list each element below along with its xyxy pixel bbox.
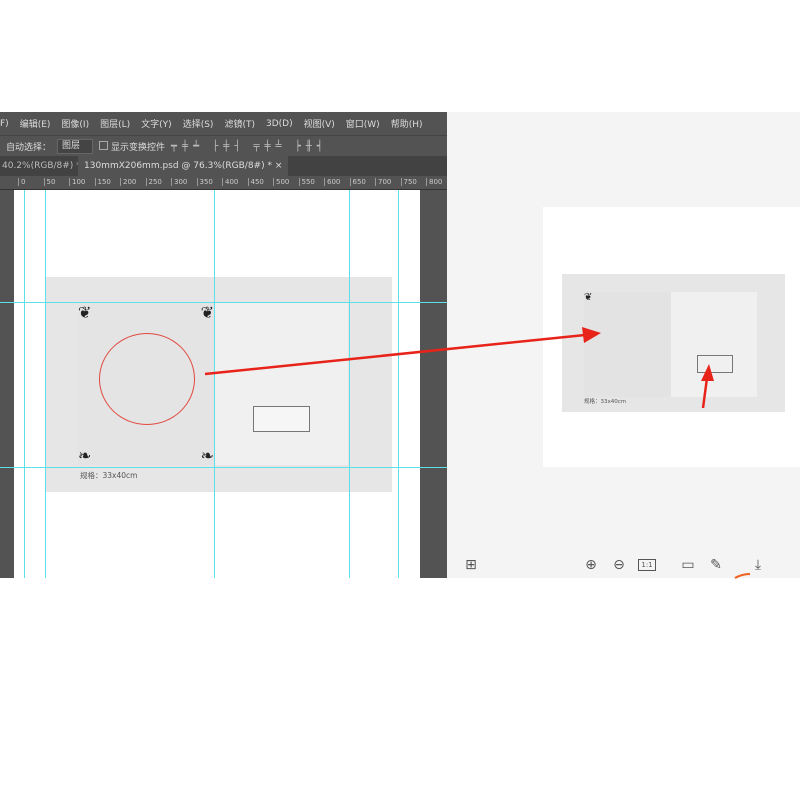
orange-mark (734, 573, 751, 579)
red-arrowhead (582, 327, 601, 343)
annotation-arrows (204, 327, 751, 579)
red-arrowhead-2 (701, 364, 714, 381)
red-arrow-line-2 (701, 377, 709, 409)
red-arrow-line (204, 333, 586, 376)
